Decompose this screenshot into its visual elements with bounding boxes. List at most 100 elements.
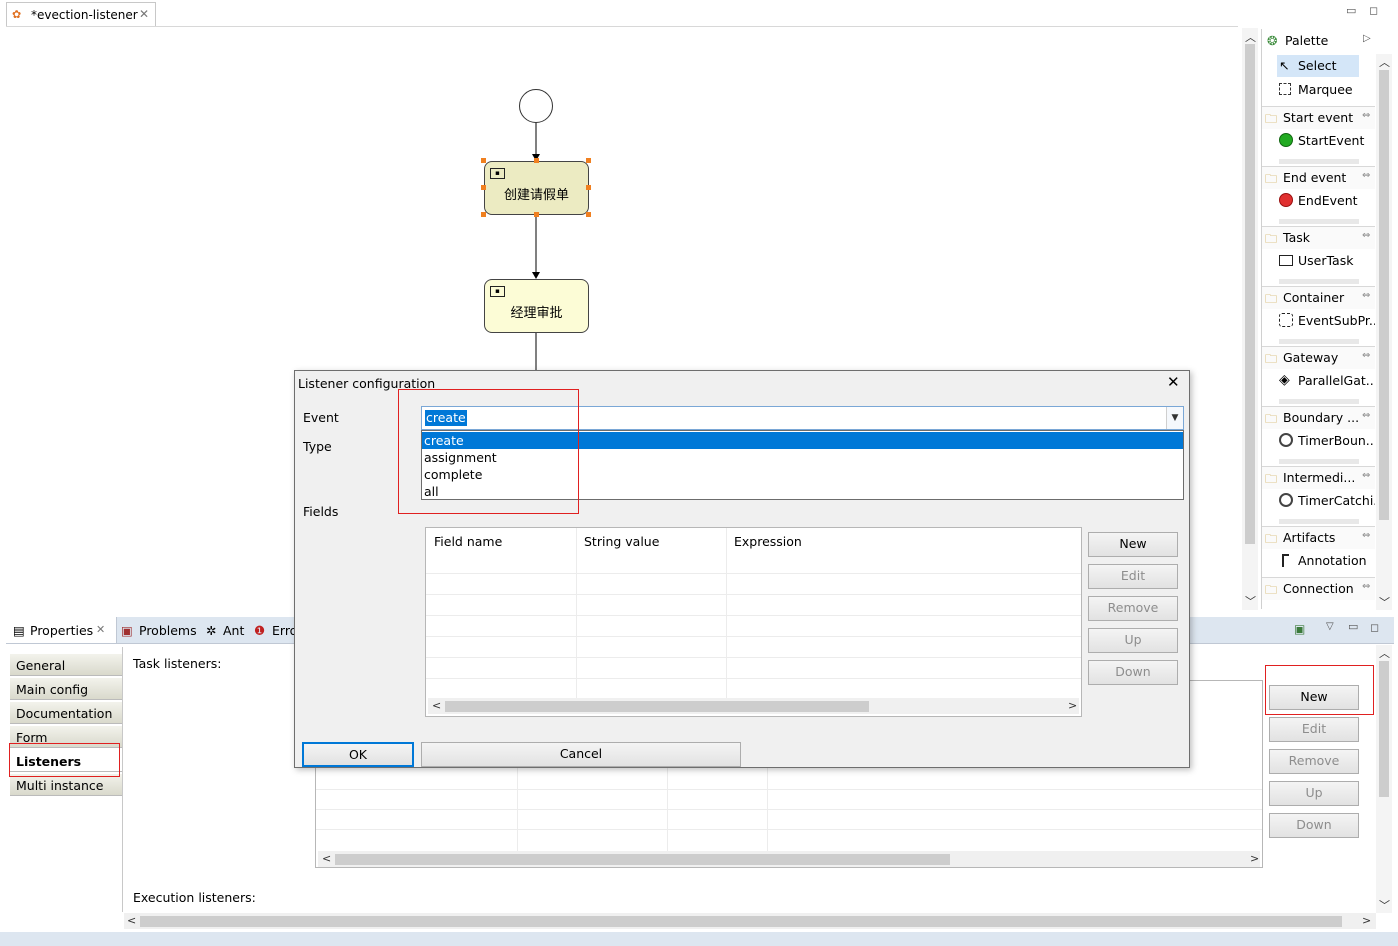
palette-drawer-gateway[interactable]: 🗀 Gateway ⇔ [1262,346,1375,369]
task-listener-remove-button[interactable]: Remove [1269,749,1359,774]
chevron-down-icon[interactable]: ▼ [1166,407,1183,429]
task-listener-down-button[interactable]: Down [1269,813,1359,838]
panel-vertical-scrollbar[interactable]: ︿ ﹀ [1376,645,1392,913]
side-tab-multi-instance[interactable]: Multi instance [10,774,122,796]
task-listener-edit-button[interactable]: Edit [1269,717,1359,742]
palette-drawer-intermediate[interactable]: 🗀 Intermedi... ⇔ [1262,466,1375,489]
scroll-up-icon[interactable]: ︿ [1245,29,1256,45]
palette-drawer-boundary[interactable]: 🗀 Boundary ... ⇔ [1262,406,1375,429]
column-header-string-value[interactable]: String value [584,534,659,549]
minimize-icon[interactable]: ▭ [1346,4,1356,17]
field-remove-button[interactable]: Remove [1088,596,1178,621]
scroll-thumb[interactable] [1379,661,1389,797]
palette-item-usertask[interactable]: UserTask [1277,250,1373,272]
editor-vertical-scrollbar[interactable]: ︿ ﹀ [1242,28,1258,610]
pin-view-icon[interactable]: ▣ [1294,622,1305,636]
close-icon[interactable]: ✕ [139,7,149,21]
palette-drawer-container[interactable]: 🗀 Container ⇔ [1262,286,1375,309]
scroll-right-icon[interactable]: > [1250,852,1259,865]
scroll-left-icon[interactable]: < [432,699,441,712]
scroll-right-icon[interactable]: > [1068,699,1077,712]
selection-handle[interactable] [481,158,486,163]
table-horizontal-scrollbar[interactable]: < > [318,851,1260,867]
side-tab-form[interactable]: Form [10,726,122,748]
scroll-thumb[interactable] [1245,44,1255,544]
start-event-node[interactable] [519,89,553,123]
scroll-thumb[interactable] [1379,70,1389,520]
close-icon[interactable]: ✕ [1167,373,1180,391]
palette-tool-marquee[interactable]: Marquee [1277,79,1373,101]
field-down-button[interactable]: Down [1088,660,1178,685]
palette-item-timercatching[interactable]: TimerCatchi... [1277,490,1375,512]
field-up-button[interactable]: Up [1088,628,1178,653]
selection-handle[interactable] [534,212,539,217]
task-listener-up-button[interactable]: Up [1269,781,1359,806]
drawer-pin-icon[interactable]: ⇔ [1362,410,1370,421]
ok-button[interactable]: OK [302,742,414,767]
view-menu-icon[interactable]: ▽ [1326,621,1334,632]
palette-item-timerboundary[interactable]: TimerBoun... [1277,430,1375,452]
scroll-left-icon[interactable]: < [322,852,331,865]
side-tab-general[interactable]: General [10,654,122,676]
palette-drawer-artifacts[interactable]: 🗀 Artifacts ⇔ [1262,526,1375,549]
fields-horizontal-scrollbar[interactable]: < > [428,698,1079,714]
task-node-approve[interactable]: ▪ 经理审批 [484,279,589,333]
tab-error-log[interactable]: ❶ Erro [252,617,297,643]
tab-problems[interactable]: ▣ Problems [118,617,198,643]
selection-handle[interactable] [586,212,591,217]
maximize-icon[interactable]: ◻ [1369,4,1378,17]
palette-drawer-end-event[interactable]: 🗀 End event ⇔ [1262,166,1375,189]
side-tab-listeners[interactable]: Listeners [10,750,122,772]
event-combo[interactable]: create ▼ [421,406,1184,430]
event-option-all[interactable]: all [422,483,1183,500]
fields-table[interactable]: Field name String value Expression < > [425,527,1082,717]
scroll-down-icon[interactable]: ﹀ [1379,594,1390,610]
minimize-icon[interactable]: ▭ [1348,620,1358,633]
palette-item-endevent[interactable]: EndEvent [1277,190,1373,212]
drawer-pin-icon[interactable]: ⇔ [1362,470,1370,481]
field-edit-button[interactable]: Edit [1088,564,1178,589]
scroll-down-icon[interactable]: ﹀ [1379,897,1390,913]
selection-handle[interactable] [481,185,486,190]
field-new-button[interactable]: New [1088,532,1178,557]
maximize-icon[interactable]: ◻ [1370,621,1379,634]
side-tab-documentation[interactable]: Documentation [10,702,122,724]
drawer-pin-icon[interactable]: ⇔ [1362,110,1370,121]
scroll-thumb[interactable] [140,916,1342,927]
panel-horizontal-scrollbar[interactable]: < > [124,913,1376,929]
palette-item-startevent[interactable]: StartEvent [1277,130,1373,152]
cancel-button[interactable]: Cancel [421,742,741,767]
side-tab-main-config[interactable]: Main config [10,678,122,700]
collapse-palette-icon[interactable]: ▷ [1363,33,1371,44]
palette-item-eventsubprocess[interactable]: EventSubPr... [1277,310,1375,332]
task-node-create[interactable]: ▪ 创建请假单 [484,161,589,215]
tab-properties[interactable]: ▤ Properties ✕ [6,617,117,643]
drawer-pin-icon[interactable]: ⇔ [1362,290,1370,301]
scroll-up-icon[interactable]: ︿ [1379,645,1390,661]
drawer-pin-icon[interactable]: ⇔ [1362,530,1370,541]
column-header-field-name[interactable]: Field name [434,534,502,549]
event-option-complete[interactable]: complete [422,466,1183,483]
drawer-pin-icon[interactable]: ⇔ [1362,170,1370,181]
drawer-pin-icon[interactable]: ⇔ [1362,230,1370,241]
scroll-up-icon[interactable]: ︿ [1379,54,1390,70]
scroll-thumb[interactable] [335,854,950,865]
editor-tab[interactable]: ✿ *evection-listener ✕ [6,2,156,26]
task-listener-new-button[interactable]: New [1269,685,1359,710]
column-header-expression[interactable]: Expression [734,534,802,549]
palette-tool-select[interactable]: ↖ Select [1277,55,1359,77]
close-icon[interactable]: ✕ [96,623,105,636]
palette-header[interactable]: ❂ Palette ▷ [1262,29,1375,53]
scroll-left-icon[interactable]: < [127,914,136,927]
event-option-assignment[interactable]: assignment [422,449,1183,466]
selection-handle[interactable] [586,185,591,190]
scroll-right-icon[interactable]: > [1362,914,1371,927]
palette-drawer-task[interactable]: 🗀 Task ⇔ [1262,226,1375,249]
palette-drawer-start-event[interactable]: 🗀 Start event ⇔ [1262,106,1375,129]
selection-handle[interactable] [586,158,591,163]
scroll-thumb[interactable] [445,701,869,712]
selection-handle[interactable] [481,212,486,217]
palette-item-parallelgateway[interactable]: ◈ ParallelGat... [1277,370,1375,392]
palette-item-annotation[interactable]: Annotation [1277,550,1373,572]
selection-handle[interactable] [534,158,539,163]
